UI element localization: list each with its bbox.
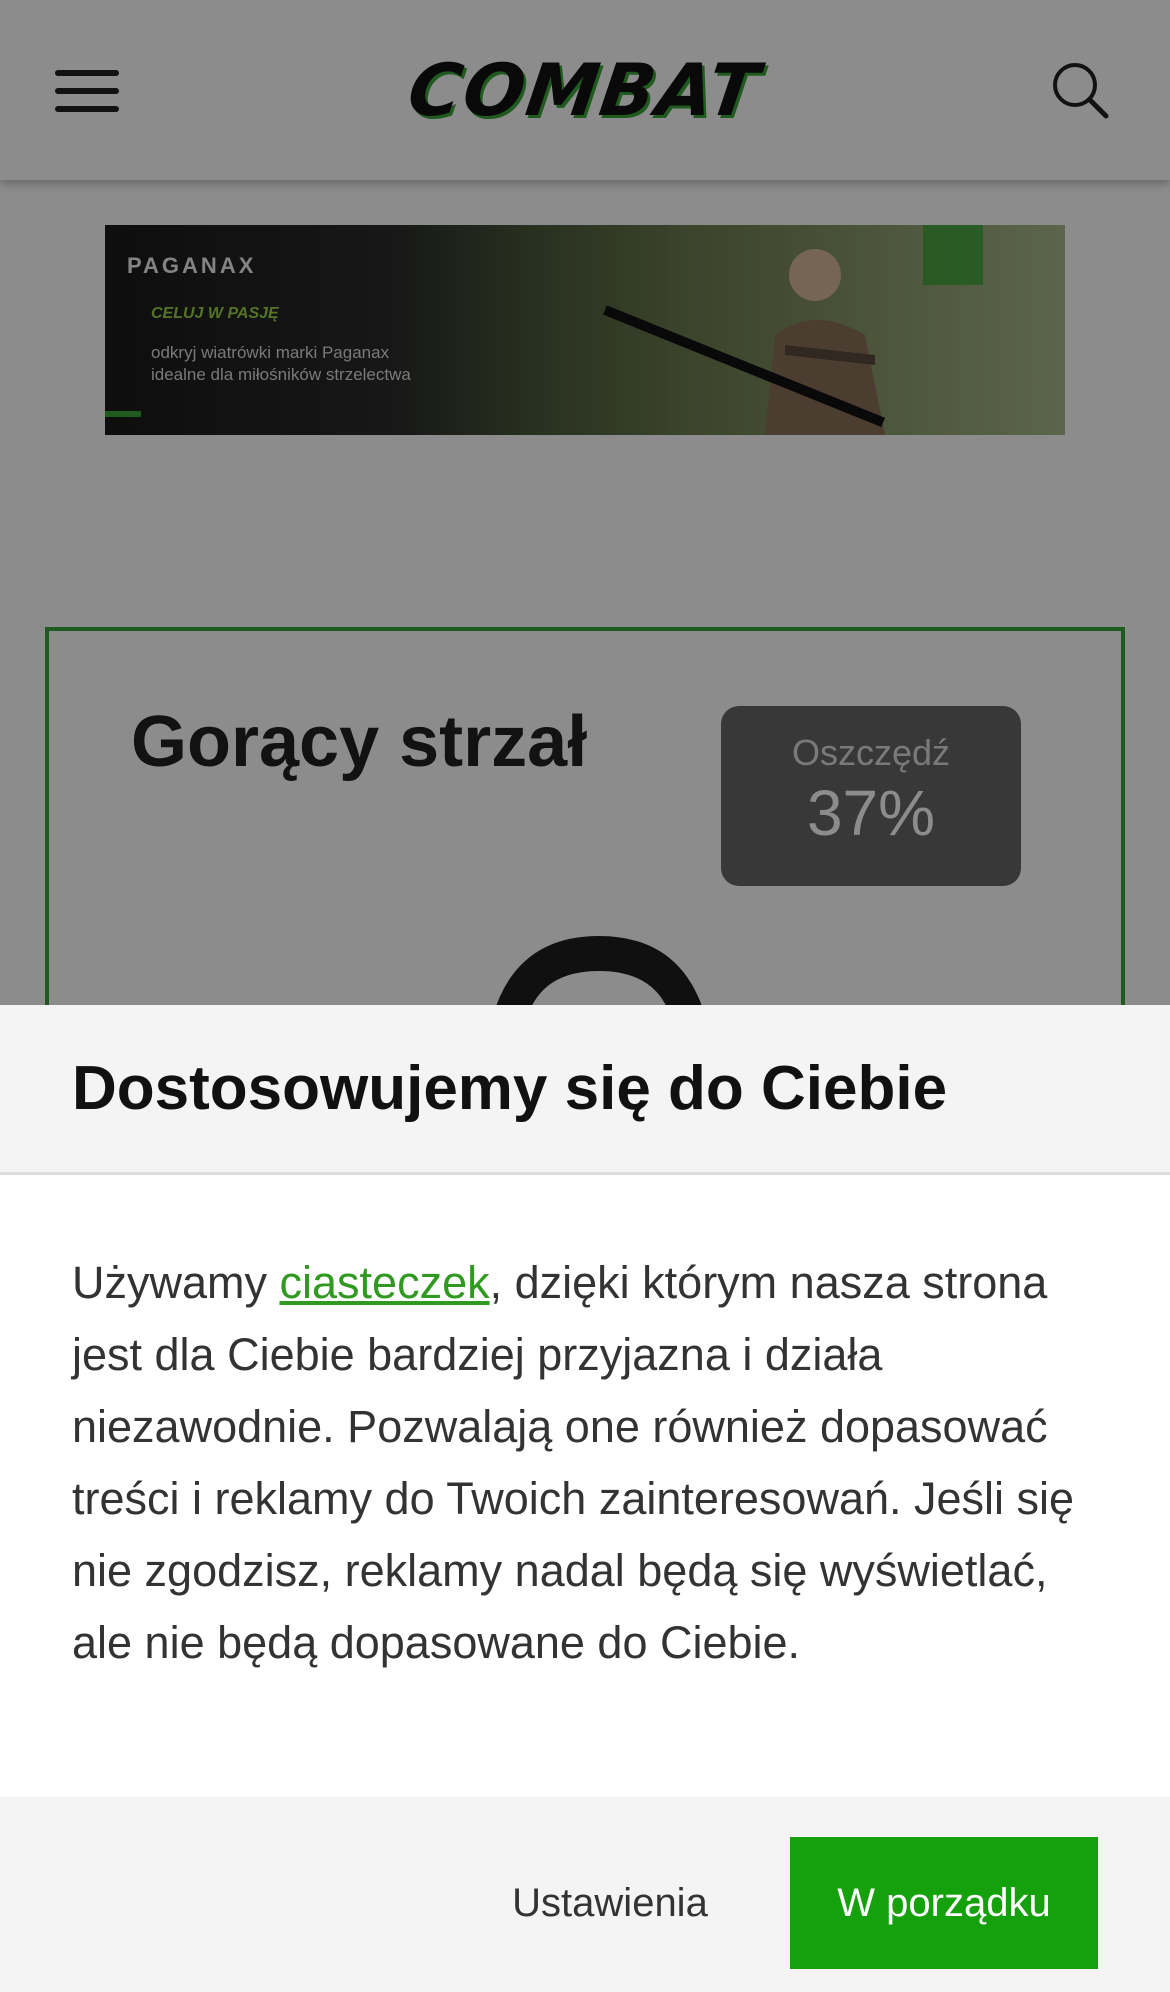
cookie-dialog-header: Dostosowujemy się do Ciebie [0, 1005, 1170, 1175]
cookie-dialog-footer: Ustawienia W porządku [0, 1797, 1170, 1992]
cookie-dialog-title: Dostosowujemy się do Ciebie [72, 1054, 948, 1123]
page: COMBAT PAGANAX CELUJ W PASJĘ odkryj wiat… [0, 0, 1170, 1992]
cookies-link[interactable]: ciasteczek [280, 1257, 490, 1308]
cookie-text-rest: , dzięki którym nasza strona jest dla Ci… [72, 1257, 1075, 1668]
cookie-accept-button[interactable]: W porządku [790, 1837, 1098, 1969]
cookie-text-start: Używamy [72, 1257, 280, 1308]
cookie-dialog-body: Używamy ciasteczek, dzięki którym nasza … [0, 1175, 1170, 1679]
cookie-consent-dialog: Dostosowujemy się do Ciebie Używamy cias… [0, 1005, 1170, 1992]
cookie-settings-button[interactable]: Ustawienia [490, 1837, 730, 1969]
